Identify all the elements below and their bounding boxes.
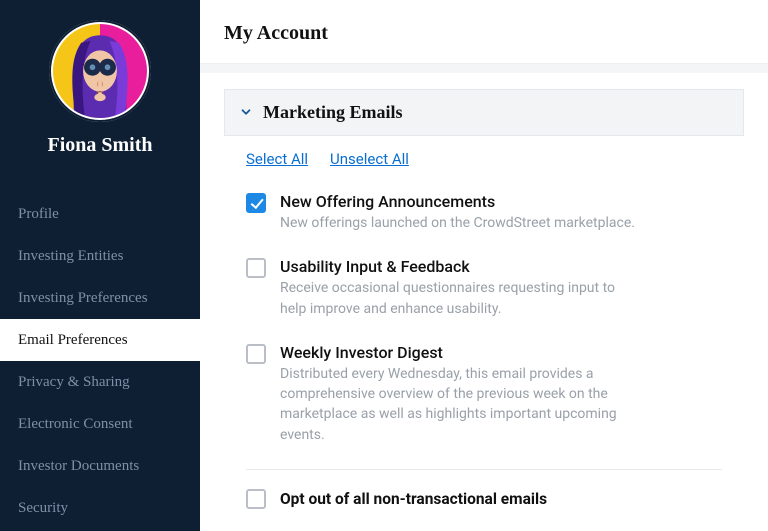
checkbox-weekly-investor-digest[interactable]	[246, 344, 266, 364]
divider-band	[200, 63, 768, 73]
option-weekly-investor-digest: Weekly Investor Digest Distributed every…	[246, 333, 722, 459]
unselect-all-link[interactable]: Unselect All	[330, 150, 409, 168]
section-header-marketing-emails[interactable]: Marketing Emails	[224, 89, 744, 136]
sidebar-item-investor-documents[interactable]: Investor Documents	[0, 445, 200, 487]
sidebar-item-investing-entities[interactable]: Investing Entities	[0, 235, 200, 277]
sidebar-item-electronic-consent[interactable]: Electronic Consent	[0, 403, 200, 445]
page-title: My Account	[200, 0, 768, 63]
sidebar-nav: Profile Investing Entities Investing Pre…	[0, 193, 200, 529]
avatar[interactable]	[49, 20, 151, 122]
checkbox-optout-all[interactable]	[246, 489, 266, 509]
option-desc: New offerings launched on the CrowdStree…	[280, 213, 640, 233]
select-all-link[interactable]: Select All	[246, 150, 308, 168]
bulk-select-links: Select All Unselect All	[224, 136, 744, 176]
chevron-down-icon	[239, 105, 253, 123]
sidebar-item-security[interactable]: Security	[0, 487, 200, 529]
checkbox-usability-input-feedback[interactable]	[246, 258, 266, 278]
option-desc: Distributed every Wednesday, this email …	[280, 364, 640, 445]
optout-label: Opt out of all non-transactional emails	[280, 490, 547, 508]
sidebar-item-profile[interactable]: Profile	[0, 193, 200, 235]
profile-header: Fiona Smith	[0, 0, 200, 167]
option-new-offering-announcements: New Offering Announcements New offerings…	[246, 182, 722, 247]
user-name: Fiona Smith	[47, 134, 152, 157]
section-title: Marketing Emails	[263, 102, 403, 123]
main-content: My Account Marketing Emails Select All U…	[200, 0, 768, 531]
options-list: New Offering Announcements New offerings…	[224, 176, 744, 459]
option-usability-input-feedback: Usability Input & Feedback Receive occas…	[246, 247, 722, 333]
sidebar-item-privacy-sharing[interactable]: Privacy & Sharing	[0, 361, 200, 403]
option-label: New Offering Announcements	[280, 192, 722, 211]
sidebar-item-email-preferences[interactable]: Email Preferences	[0, 319, 200, 361]
option-label: Usability Input & Feedback	[280, 257, 722, 276]
checkbox-new-offering-announcements[interactable]	[246, 193, 266, 213]
option-label: Weekly Investor Digest	[280, 343, 722, 362]
sidebar-item-investing-preferences[interactable]: Investing Preferences	[0, 277, 200, 319]
optout-row: Opt out of all non-transactional emails	[224, 470, 744, 509]
sidebar: Fiona Smith Profile Investing Entities I…	[0, 0, 200, 531]
email-preferences-panel: Marketing Emails Select All Unselect All…	[200, 73, 768, 509]
option-desc: Receive occasional questionnaires reques…	[280, 278, 640, 319]
